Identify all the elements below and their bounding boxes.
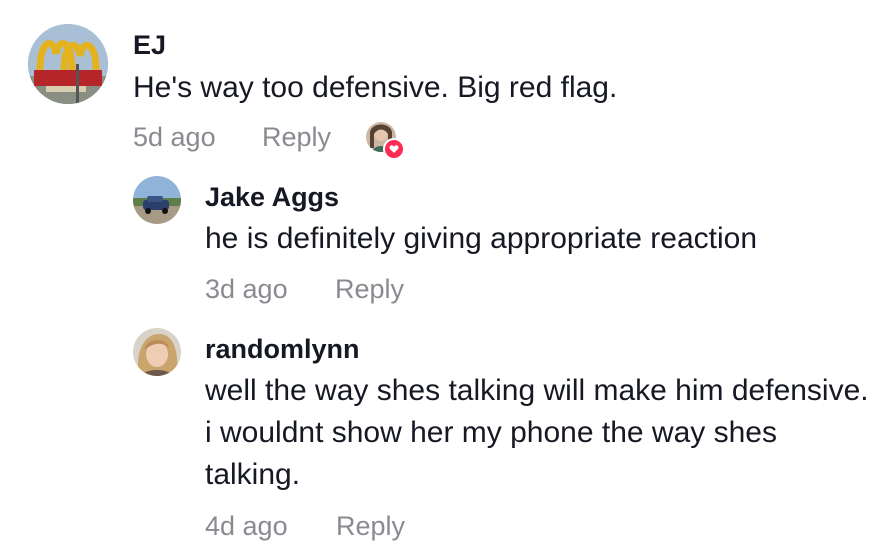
comment-username[interactable]: Jake Aggs — [205, 182, 339, 213]
comment-timestamp: 3d ago — [205, 274, 288, 304]
reply-jake-aggs: Jake Aggs he is definitely giving approp… — [0, 170, 892, 320]
comment-text: he is definitely giving appropriate reac… — [205, 222, 757, 255]
avatar-randomlynn[interactable] — [133, 328, 181, 376]
avatar-jake-aggs[interactable] — [133, 176, 181, 224]
heart-icon — [383, 138, 405, 160]
avatar-ej[interactable] — [28, 24, 108, 104]
mcdonalds-sign-icon — [28, 24, 108, 104]
comment-username[interactable]: randomlynn — [205, 334, 360, 365]
woman-photo-icon — [133, 328, 181, 376]
creator-liked-indicator — [366, 122, 405, 160]
car-photo-icon — [133, 176, 181, 224]
comment-ej: EJ He's way too defensive. Big red flag.… — [0, 0, 892, 170]
comment-timestamp: 5d ago — [133, 122, 216, 152]
reply-button[interactable]: Reply — [262, 122, 331, 153]
reply-button[interactable]: Reply — [335, 274, 404, 305]
comment-text: well the way shes talking will make him … — [205, 374, 869, 491]
comment-username[interactable]: EJ — [133, 30, 166, 61]
reply-button[interactable]: Reply — [336, 511, 405, 542]
comment-timestamp: 4d ago — [205, 511, 288, 541]
reply-randomlynn: randomlynn well the way shes talking wil… — [0, 320, 892, 550]
comment-text: He's way too defensive. Big red flag. — [133, 71, 618, 104]
